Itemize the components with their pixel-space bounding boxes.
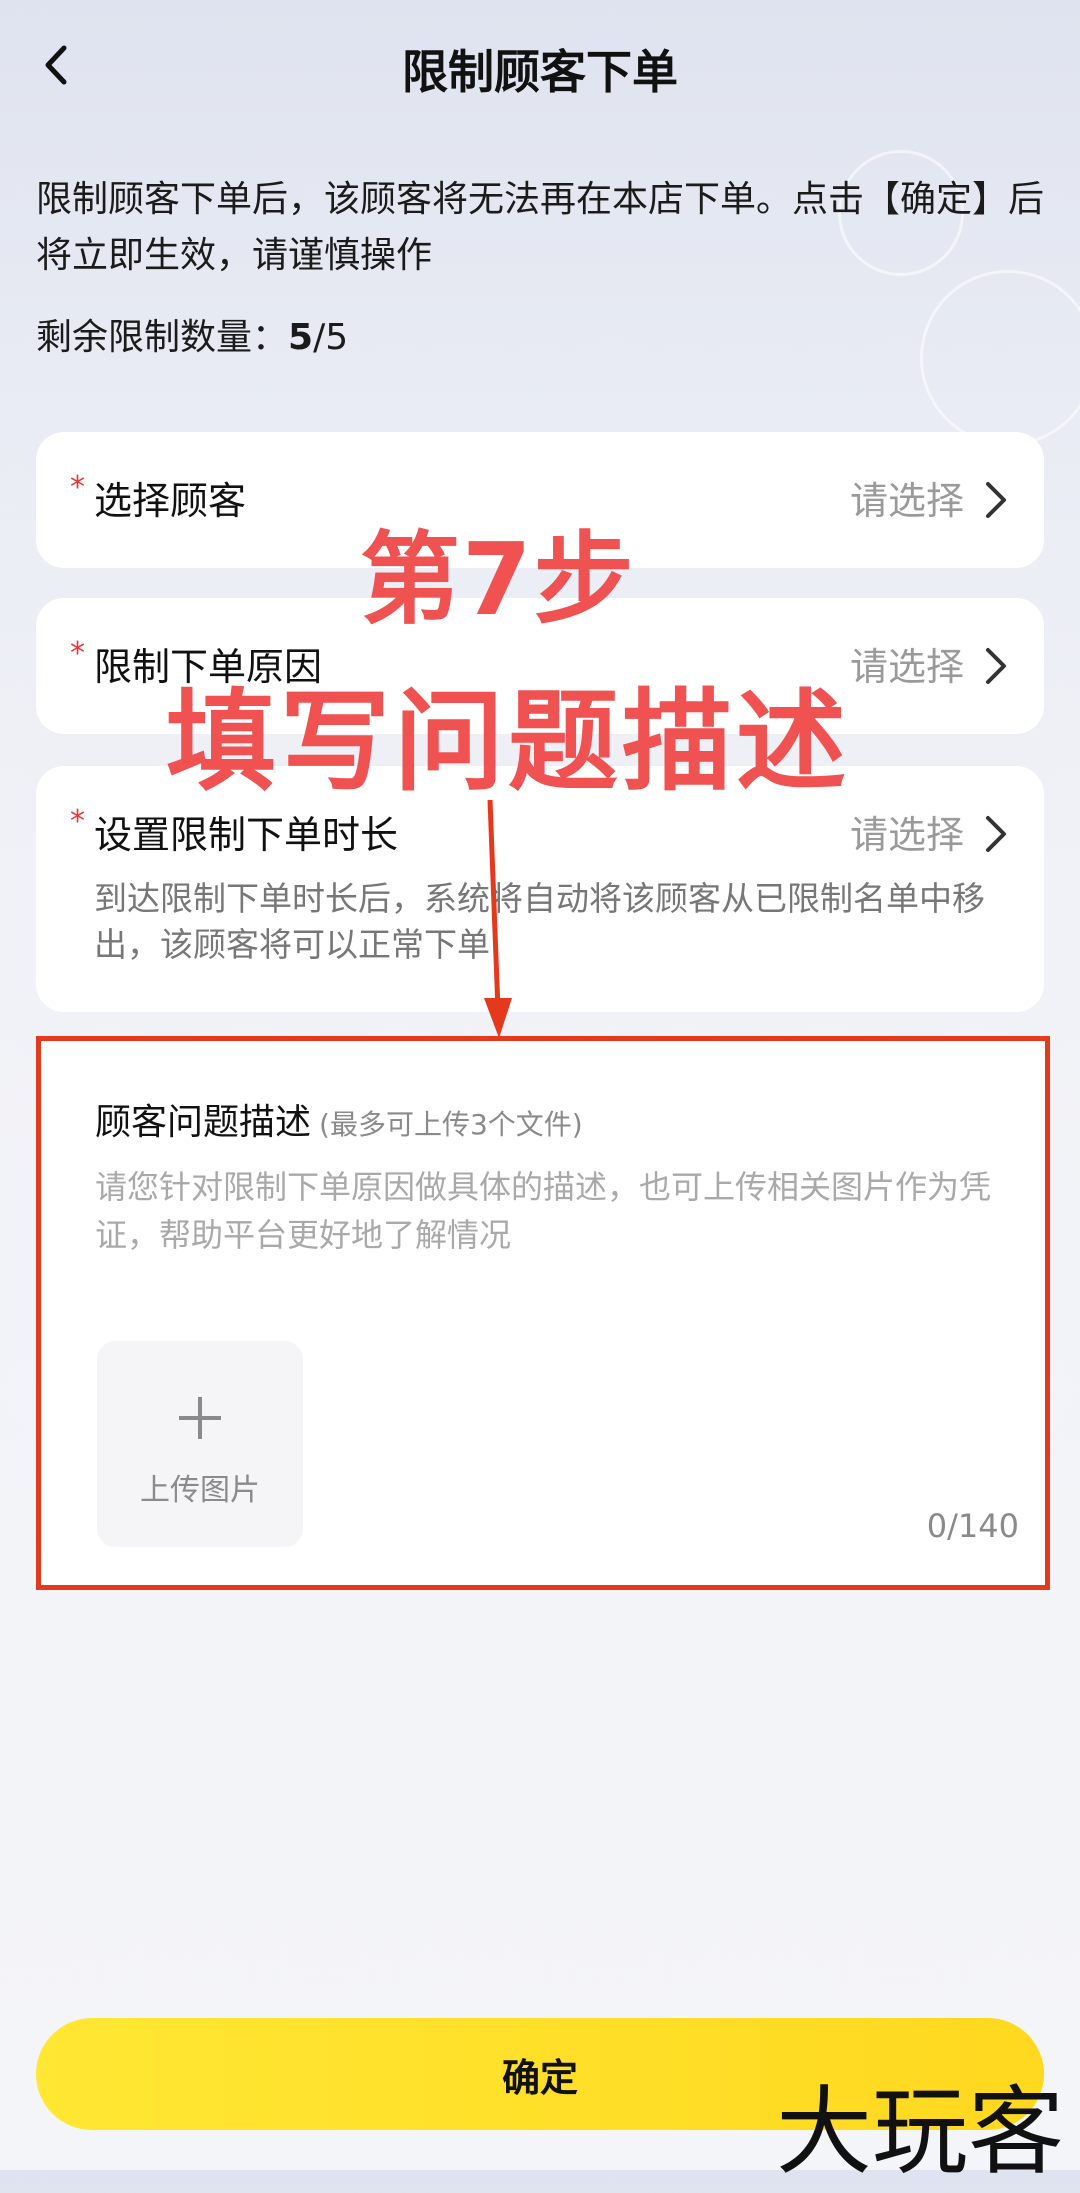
upload-image-button[interactable]: 上传图片 <box>97 1341 303 1547</box>
chevron-right-icon <box>986 482 1006 518</box>
description-subtitle: (最多可上传3个文件) <box>319 1108 583 1141</box>
remaining-count: 剩余限制数量：5/5 <box>36 308 348 360</box>
annotation-instruction: 填写问题描述 <box>166 678 850 806</box>
annotation-arrow-icon <box>484 800 512 1038</box>
field-label: 选择顾客 <box>94 479 247 523</box>
field-label: 设置限制下单时长 <box>94 813 399 857</box>
notice-text: 限制顾客下单后，该顾客将无法再在本店下单。点击【确定】后将立即生效，请谨慎操作 <box>36 179 1045 276</box>
required-mark: * <box>70 636 85 671</box>
char-counter: 0/140 <box>926 1507 1019 1545</box>
required-mark: * <box>70 470 85 505</box>
remaining-used: 5 <box>288 317 314 358</box>
description-title-text: 顾客问题描述 <box>95 1102 312 1143</box>
chevron-right-icon <box>986 648 1006 684</box>
field-value: 请选择 <box>849 813 964 857</box>
field-value: 请选择 <box>849 645 964 689</box>
decorative-circle <box>920 270 1080 446</box>
remaining-label: 剩余限制数量： <box>36 317 289 358</box>
duration-hint: 到达限制下单时长后，系统将自动将该顾客从已限制名单中移出，该顾客将可以正常下单 <box>94 879 985 964</box>
required-mark: * <box>70 804 85 839</box>
header: 限制顾客下单 <box>0 0 1080 130</box>
description-input[interactable]: 请您针对限制下单原因做具体的描述，也可上传相关图片作为凭证，帮助平台更好地了解情… <box>95 1163 1015 1259</box>
problem-description-card: 顾客问题描述 (最多可上传3个文件) 请您针对限制下单原因做具体的描述，也可上传相… <box>36 1036 1050 1590</box>
field-value: 请选择 <box>849 479 964 523</box>
annotation-step: 第7步 <box>360 521 636 638</box>
remaining-total: /5 <box>313 317 349 358</box>
watermark-logo: 大玩客 <box>776 2076 1064 2188</box>
chevron-right-icon <box>986 816 1006 852</box>
plus-icon <box>179 1397 221 1439</box>
upload-label: 上传图片 <box>140 1473 260 1508</box>
page-title: 限制顾客下单 <box>402 45 678 99</box>
description-title: 顾客问题描述 (最多可上传3个文件) <box>95 1093 583 1145</box>
